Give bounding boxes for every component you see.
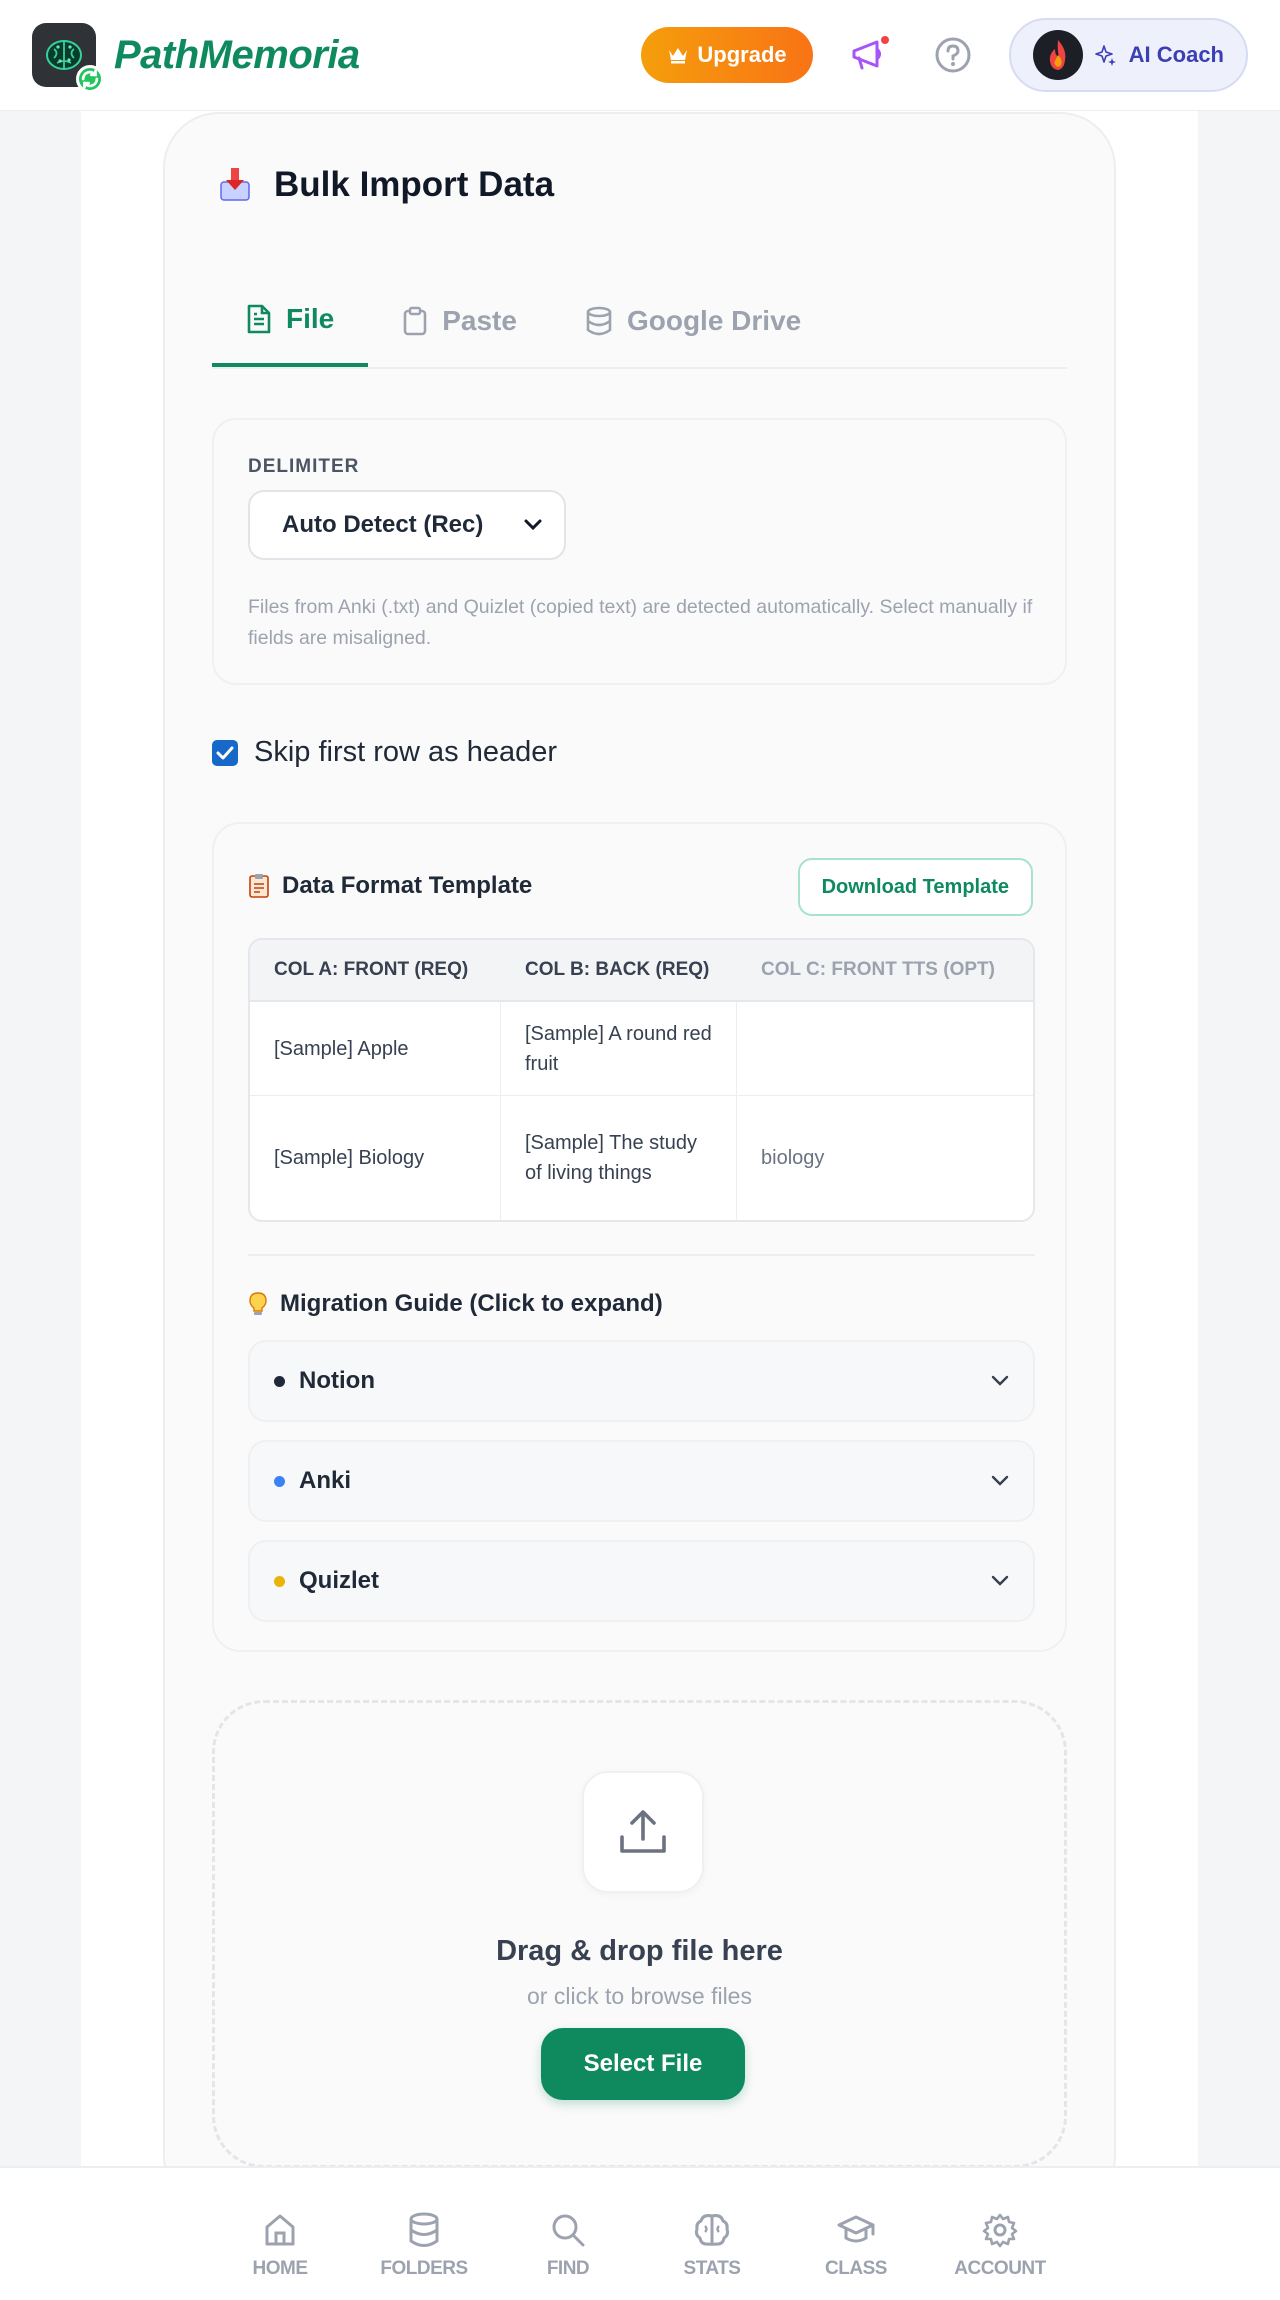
nav-item-stats[interactable]: STATS — [640, 2168, 784, 2300]
ai-coach-label: AI Coach — [1128, 42, 1224, 67]
anki-dot — [274, 1475, 285, 1487]
guide-item-notion[interactable]: Notion — [248, 1340, 1035, 1422]
select-file-button[interactable]: Select File — [541, 2028, 745, 2100]
tab-file-label: File — [286, 303, 335, 334]
sparkles-icon — [1094, 45, 1116, 66]
template-title: Data Format Template — [282, 872, 533, 899]
nav-item-find[interactable]: FIND — [496, 2168, 640, 2300]
chevron-down-icon — [991, 1475, 1009, 1486]
table-header-cell: COL B: BACK (REQ) — [525, 959, 710, 980]
tab-paste[interactable]: Paste — [368, 275, 551, 367]
nav-item-class[interactable]: CLASS — [784, 2168, 928, 2300]
import-tabs: File Paste Google Drive — [212, 275, 1067, 369]
nav-item-account[interactable]: ACCOUNT — [928, 2168, 1072, 2300]
skip-header-label: Skip first row as header — [254, 736, 558, 768]
table-header-row: COL A: FRONT (REQ) COL B: BACK (REQ) COL… — [250, 940, 1033, 1002]
guide-item-label: Anki — [299, 1467, 352, 1494]
data-format-template: Data Format Template Download Template C… — [212, 822, 1067, 1652]
help-circle-icon — [935, 37, 971, 73]
brain-icon — [694, 2214, 730, 2246]
gear-icon — [982, 2213, 1018, 2248]
card-header: Bulk Import Data — [218, 165, 554, 205]
chevron-down-icon — [524, 519, 542, 531]
tab-file[interactable]: File — [212, 275, 369, 367]
table-cell: [Sample] Apple — [250, 1002, 501, 1095]
table-cell — [737, 1002, 1033, 1095]
guide-item-label: Notion — [299, 1367, 375, 1394]
quizlet-dot — [274, 1575, 285, 1587]
dropzone-title: Drag & drop file here — [496, 1935, 783, 1967]
tab-paste-label: Paste — [442, 305, 517, 336]
guide-item-anki[interactable]: Anki — [248, 1440, 1035, 1522]
migration-guide-title: Migration Guide (Click to expand) — [280, 1290, 663, 1317]
table-cell: [Sample] The study of living things — [501, 1096, 737, 1220]
brand-name: PathMemoria — [114, 32, 360, 77]
inbox-download-icon — [220, 168, 250, 201]
file-dropzone[interactable]: Drag & drop file here or click to browse… — [212, 1700, 1067, 2168]
home-icon — [265, 2214, 295, 2246]
card-title: Bulk Import Data — [274, 165, 555, 204]
database-icon — [409, 2212, 439, 2247]
check-icon — [216, 746, 234, 759]
delimiter-selected-value: Auto Detect (Rec) — [282, 511, 484, 538]
delimiter-select[interactable]: Auto Detect (Rec) — [248, 490, 566, 560]
upgrade-label: Upgrade — [697, 42, 787, 67]
tab-google-drive[interactable]: Google Drive — [551, 275, 835, 367]
upload-icon — [620, 1810, 666, 1853]
upgrade-button[interactable]: Upgrade — [641, 27, 813, 83]
top-header: PathMemoria Upgrade AI Coach — [0, 0, 1280, 111]
ai-coach-button[interactable]: AI Coach — [1008, 18, 1248, 92]
chevron-down-icon — [991, 1375, 1009, 1386]
dropzone-subtitle: or click to browse files — [527, 1983, 752, 2009]
nav-item-home[interactable]: HOME — [208, 2168, 352, 2300]
file-text-icon — [247, 304, 271, 334]
coach-avatar — [1032, 30, 1083, 80]
search-icon — [552, 2214, 585, 2247]
table-row: [Sample] Biology [Sample] The study of l… — [250, 1096, 1033, 1220]
download-template-button[interactable]: Download Template — [797, 858, 1033, 916]
delimiter-label: DELIMITER — [248, 456, 360, 477]
sync-badge-icon — [76, 65, 104, 93]
template-table: COL A: FRONT (REQ) COL B: BACK (REQ) COL… — [248, 938, 1035, 1222]
bottom-navigation: HOME FOLDERS FIND STATS CLASS ACCOUNT — [0, 2166, 1280, 2300]
table-cell: [Sample] Biology — [250, 1096, 501, 1220]
skip-header-checkbox[interactable] — [212, 739, 238, 766]
crown-icon — [669, 48, 688, 64]
guide-item-label: Quizlet — [299, 1567, 380, 1594]
table-cell: [Sample] A round red fruit — [501, 1002, 737, 1095]
nav-label: FOLDERS — [380, 2258, 468, 2279]
notion-dot — [274, 1375, 285, 1387]
table-row: [Sample] Apple [Sample] A round red frui… — [250, 1002, 1033, 1096]
clipboard-list-icon — [249, 874, 269, 898]
nav-label: FIND — [546, 2258, 590, 2279]
notification-dot — [880, 36, 889, 44]
nav-item-folders[interactable]: FOLDERS — [352, 2168, 496, 2300]
nav-label: ACCOUNT — [954, 2258, 1046, 2279]
delimiter-help-text: Files from Anki (.txt) and Quizlet (copi… — [248, 596, 1033, 649]
clipboard-icon — [403, 306, 427, 336]
database-icon — [586, 306, 612, 336]
skip-header-option: Skip first row as header — [212, 736, 557, 769]
upload-tile — [582, 1771, 704, 1893]
nav-label: HOME — [252, 2258, 309, 2279]
nav-label: STATS — [683, 2258, 741, 2279]
migration-guide-header[interactable]: Migration Guide (Click to expand) — [248, 1290, 663, 1318]
app-logo[interactable] — [32, 23, 104, 93]
help-button[interactable] — [925, 27, 981, 83]
section-divider — [248, 1254, 1035, 1256]
lightbulb-icon — [249, 1292, 267, 1315]
table-header-cell: COL A: FRONT (REQ) — [274, 959, 469, 980]
chevron-down-icon — [991, 1575, 1009, 1586]
announcements-button[interactable] — [841, 27, 897, 83]
table-header-cell: COL C: FRONT TTS (OPT) — [761, 959, 995, 980]
flame-icon — [1049, 40, 1066, 70]
tab-google-drive-label: Google Drive — [626, 305, 802, 336]
nav-label: CLASS — [825, 2258, 887, 2279]
delimiter-section: DELIMITER Auto Detect (Rec) Files from A… — [212, 418, 1067, 685]
table-cell: biology — [761, 1147, 825, 1169]
graduation-cap-icon — [837, 2215, 875, 2243]
guide-item-quizlet[interactable]: Quizlet — [248, 1540, 1035, 1622]
template-header: Data Format Template — [248, 872, 532, 900]
